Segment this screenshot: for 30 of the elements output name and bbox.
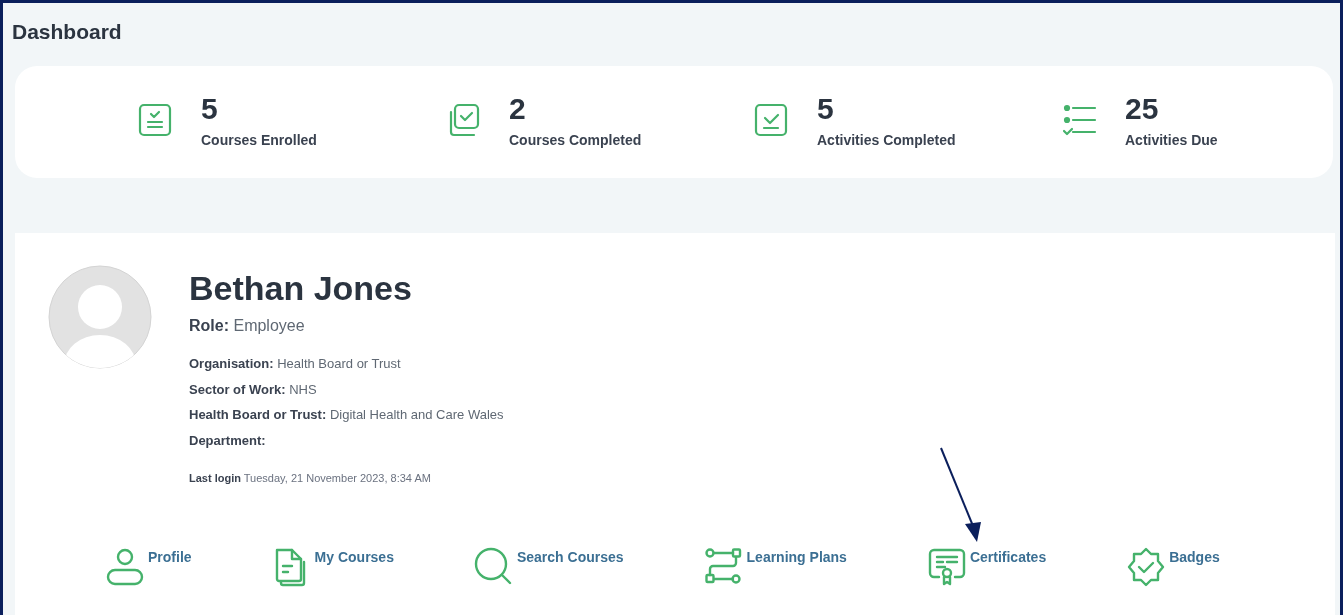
nav-link[interactable]: Certificates xyxy=(926,546,1047,587)
stat-value: 25 xyxy=(1125,93,1160,124)
checklist-icon xyxy=(137,101,173,138)
nav-link[interactable]: Search Courses xyxy=(473,546,624,587)
checkbox-icon xyxy=(753,101,789,138)
last-login-text: Last login Tuesday, 21 November 2023, 8:34 AM xyxy=(189,471,432,486)
badge-check-icon xyxy=(1126,546,1167,587)
stat-label: Activities Completed xyxy=(817,130,956,150)
profile-detail: Sector of Work: NHS xyxy=(189,380,318,399)
profile-detail: Health Board or Trust: Digital Health and Care Wales xyxy=(189,406,504,424)
page-title: Dashboard xyxy=(12,21,123,42)
nav-link[interactable]: Badges xyxy=(1126,546,1220,587)
nav-link[interactable]: My Courses xyxy=(271,546,394,587)
stat-value: 2 xyxy=(509,93,527,124)
search-icon xyxy=(473,546,514,587)
user-role: Role: Employee xyxy=(189,316,306,336)
stat-label: Courses Enrolled xyxy=(201,130,317,150)
avatar-icon xyxy=(48,265,152,369)
stat-value: 5 xyxy=(817,93,835,124)
user-name: Bethan Jones xyxy=(189,271,413,305)
stat-value: 5 xyxy=(201,93,219,124)
stat-label: Activities Due xyxy=(1125,130,1218,150)
nav-link[interactable]: Profile xyxy=(105,546,192,587)
stat-label: Courses Completed xyxy=(509,130,642,150)
nav-link[interactable]: Learning Plans xyxy=(703,546,847,587)
user-icon xyxy=(105,546,145,587)
route-icon xyxy=(703,546,744,587)
profile-detail: Organisation: Health Board or Trust xyxy=(189,355,402,373)
certificate-icon xyxy=(926,546,967,587)
profile-detail: Department: xyxy=(189,431,267,450)
